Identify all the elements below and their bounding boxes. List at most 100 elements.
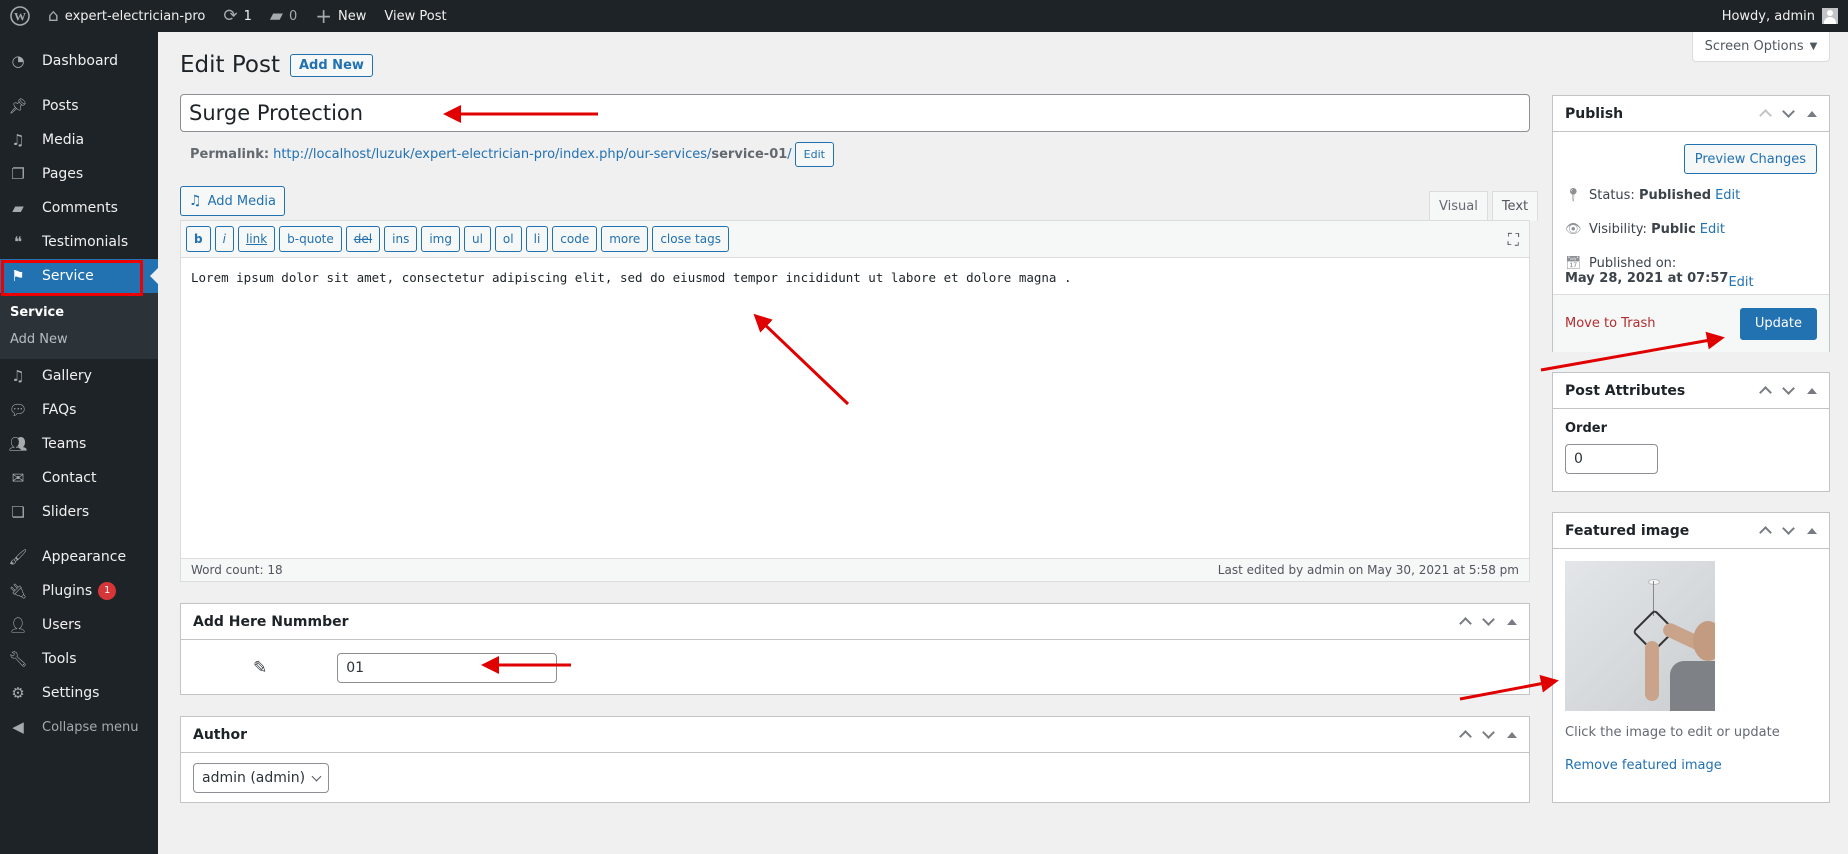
move-down-icon[interactable] (1782, 382, 1795, 395)
view-post-label: View Post (384, 8, 447, 24)
new-content-link[interactable]: + New (306, 0, 375, 32)
sidebar-item-teams[interactable]: 👥︎ Teams (0, 427, 158, 461)
post-attributes-metabox: Post Attributes Order 0 (1552, 372, 1830, 492)
permalink-link[interactable]: http://localhost/luzuk/expert-electricia… (273, 147, 792, 162)
qt-del-button[interactable]: del (345, 226, 381, 252)
remove-featured-image-link[interactable]: Remove featured image (1565, 758, 1817, 773)
post-content-textarea[interactable]: Lorem ipsum dolor sit amet, consectetur … (181, 258, 1529, 558)
move-down-icon[interactable] (1782, 522, 1795, 535)
publish-actions: Move to Trash Update (1553, 294, 1829, 352)
toggle-panel-icon[interactable] (1807, 110, 1817, 117)
visibility-edit-link[interactable]: Edit (1700, 222, 1725, 237)
qt-close-tags-button[interactable]: close tags (652, 226, 729, 252)
order-input[interactable]: 0 (1565, 444, 1658, 474)
sidebar-item-testimonials[interactable]: ❝ Testimonials (0, 225, 158, 259)
toggle-panel-icon[interactable] (1507, 618, 1517, 625)
editor-status-bar: Word count: 18 Last edited by admin on M… (180, 558, 1530, 582)
view-post-link[interactable]: View Post (375, 0, 455, 32)
updates-link[interactable]: ⟳ 1 (214, 0, 261, 32)
avatar-icon (1822, 8, 1838, 24)
qt-link-button[interactable]: link (237, 226, 276, 252)
post-title-input[interactable]: Surge Protection (180, 94, 1530, 132)
qt-italic-button[interactable]: i (214, 226, 234, 252)
plugin-icon: 🔌︎ (8, 582, 28, 600)
number-input[interactable]: 01 (337, 652, 558, 683)
toggle-panel-icon[interactable] (1807, 387, 1817, 394)
sidebar-item-users[interactable]: 👤︎ Users (0, 608, 158, 642)
tab-visual[interactable]: Visual (1429, 191, 1488, 221)
toggle-panel-icon[interactable] (1807, 527, 1817, 534)
author-metabox: Author admin (admin) (180, 716, 1530, 803)
qt-ins-button[interactable]: ins (384, 226, 418, 252)
qt-img-button[interactable]: img (421, 226, 460, 252)
update-button[interactable]: Update (1739, 307, 1817, 340)
qt-bold-button[interactable]: b (186, 226, 211, 252)
fullscreen-icon[interactable]: ⛶ (1508, 230, 1519, 250)
qt-code-button[interactable]: code (552, 226, 598, 252)
gallery-icon: ♫ (11, 367, 25, 385)
move-down-icon[interactable] (1482, 613, 1495, 626)
qt-ol-button[interactable]: ol (494, 226, 522, 252)
dashboard-icon: ◔ (11, 52, 25, 70)
collapse-menu-label: Collapse menu (42, 719, 139, 735)
move-down-icon[interactable] (1482, 726, 1495, 739)
submenu-item-add-new[interactable]: Add New (0, 326, 158, 353)
qt-more-button[interactable]: more (601, 226, 649, 252)
screen-options-button[interactable]: Screen Options ▼ (1692, 32, 1830, 62)
sidebar-item-appearance[interactable]: 🖌︎ Appearance (0, 540, 158, 574)
qt-li-button[interactable]: li (525, 226, 549, 252)
featured-image-thumbnail[interactable] (1565, 561, 1715, 711)
user-icon: 👤︎ (8, 616, 28, 634)
move-up-icon[interactable] (1459, 730, 1472, 743)
move-up-icon[interactable] (1459, 617, 1472, 630)
sidebar-item-label: Teams (42, 436, 87, 452)
sidebar-item-gallery[interactable]: ♫ Gallery (0, 359, 158, 393)
sidebar-item-sliders[interactable]: ❏ Sliders (0, 495, 158, 529)
permalink-label: Permalink: (190, 147, 270, 162)
sidebar-item-plugins[interactable]: 🔌︎ Plugins 1 (0, 574, 158, 608)
tab-text[interactable]: Text (1491, 191, 1539, 221)
author-select[interactable]: admin (admin) (193, 763, 330, 793)
move-up-icon[interactable] (1759, 526, 1772, 539)
status-value: Published (1638, 188, 1712, 203)
collapse-menu-button[interactable]: ◀ Collapse menu (0, 710, 158, 744)
preview-changes-button[interactable]: Preview Changes (1683, 144, 1817, 174)
site-name-link[interactable]: ⌂ expert-electrician-pro (39, 0, 214, 32)
sidebar-item-contact[interactable]: ✉ Contact (0, 461, 158, 495)
sidebar-item-faqs[interactable]: 💬︎ FAQs (0, 393, 158, 427)
pin-icon: 📌︎ (8, 97, 28, 115)
submenu-item-service[interactable]: Service (0, 299, 158, 326)
status-edit-link[interactable]: Edit (1715, 188, 1740, 203)
metabox-header: Post Attributes (1553, 373, 1829, 409)
move-to-trash-link[interactable]: Move to Trash (1565, 316, 1656, 331)
move-up-icon[interactable] (1759, 109, 1772, 122)
wp-logo-menu[interactable]: W (0, 0, 39, 32)
account-menu[interactable]: Howdy, admin (1713, 0, 1848, 32)
comments-count: 0 (288, 8, 298, 24)
sidebar-item-label: Comments (42, 200, 118, 216)
published-on-edit-link[interactable]: Edit (1728, 275, 1753, 290)
permalink-edit-button[interactable]: Edit (794, 142, 834, 167)
sidebar-item-tools[interactable]: 🔧︎ Tools (0, 642, 158, 676)
qt-blockquote-button[interactable]: b-quote (279, 226, 342, 252)
move-down-icon[interactable] (1782, 105, 1795, 118)
comments-link[interactable]: ▰ 0 (261, 0, 306, 32)
page-title: Edit Post (180, 52, 280, 78)
sidebar-item-posts[interactable]: 📌︎ Posts (0, 89, 158, 123)
move-up-icon[interactable] (1759, 386, 1772, 399)
sidebar-item-comments[interactable]: ▰ Comments (0, 191, 158, 225)
sidebar-item-service[interactable]: ⚑ Service (0, 259, 158, 293)
add-media-button[interactable]: ♫ Add Media (180, 186, 285, 216)
sidebar-item-pages[interactable]: ❐ Pages (0, 157, 158, 191)
sidebar-item-dashboard[interactable]: ◔ Dashboard (0, 44, 158, 78)
visibility-label: Visibility: (1589, 222, 1647, 237)
add-new-button[interactable]: Add New (289, 53, 373, 77)
sidebar-item-media[interactable]: ♫ Media (0, 123, 158, 157)
media-icon: ♫ (11, 131, 25, 149)
word-count: Word count: 18 (191, 563, 283, 577)
sidebar-item-label: Appearance (42, 549, 127, 565)
sidebar-item-settings[interactable]: ⚙ Settings (0, 676, 158, 710)
toggle-panel-icon[interactable] (1507, 731, 1517, 738)
qt-ul-button[interactable]: ul (463, 226, 491, 252)
svg-text:W: W (14, 10, 26, 24)
